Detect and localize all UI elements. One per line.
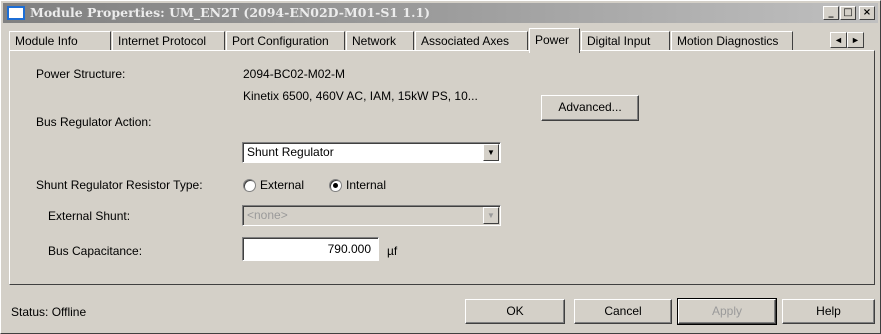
- shunt-external-radio[interactable]: [243, 179, 256, 192]
- tab-internet-protocol[interactable]: Internet Protocol: [112, 31, 225, 51]
- bus-capacitance-label: Bus Capacitance:: [48, 244, 143, 258]
- advanced-button[interactable]: Advanced...: [541, 95, 639, 121]
- tab-digital-input[interactable]: Digital Input: [581, 31, 670, 51]
- external-shunt-value: <none>: [247, 208, 288, 222]
- shunt-type-label: Shunt Regulator Resistor Type:: [36, 178, 203, 192]
- apply-button: Apply: [677, 298, 777, 325]
- bus-regulator-label: Bus Regulator Action:: [36, 115, 152, 129]
- tab-scroll-right-button[interactable]: ►: [847, 32, 864, 48]
- bus-capacitance-input[interactable]: 790.000: [242, 237, 379, 261]
- tab-motion-diagnostics[interactable]: Motion Diagnostics: [671, 31, 793, 51]
- tab-associated-axes[interactable]: Associated Axes: [415, 31, 528, 51]
- radio-selected-dot: [333, 183, 338, 188]
- tab-network[interactable]: Network: [346, 31, 414, 51]
- tab-port-configuration[interactable]: Port Configuration: [226, 31, 345, 51]
- cancel-button[interactable]: Cancel: [574, 299, 672, 324]
- dropdown-arrow-icon[interactable]: ▼: [483, 144, 499, 161]
- tab-scroll-left-button[interactable]: ◄: [830, 32, 847, 48]
- help-button[interactable]: Help: [782, 299, 875, 324]
- external-shunt-label: External Shunt:: [48, 209, 131, 223]
- title-bar[interactable]: Module Properties: UM_EN2T (2094-EN02D-M…: [3, 3, 878, 23]
- maximize-button[interactable]: □: [840, 6, 856, 20]
- tab-module-info[interactable]: Module Info: [9, 31, 111, 51]
- power-structure-value: 2094-BC02-M02-M: [243, 67, 346, 81]
- shunt-external-label[interactable]: External: [260, 178, 304, 192]
- external-shunt-select: <none> ▼: [242, 205, 501, 226]
- shunt-internal-label[interactable]: Internal: [346, 178, 386, 192]
- window-title: Module Properties: UM_EN2T (2094-EN02D-M…: [30, 5, 431, 20]
- bus-regulator-select[interactable]: Shunt Regulator ▼: [242, 142, 501, 163]
- minimize-button[interactable]: _: [823, 6, 839, 20]
- ok-button[interactable]: OK: [465, 299, 565, 324]
- bus-regulator-value: Shunt Regulator: [247, 145, 334, 159]
- status-text: Status: Offline: [11, 305, 87, 319]
- power-panel: Power Structure: 2094-BC02-M02-M Kinetix…: [9, 50, 875, 285]
- power-structure-description: Kinetix 6500, 460V AC, IAM, 15kW PS, 10.…: [243, 89, 478, 103]
- tab-power[interactable]: Power: [529, 28, 580, 53]
- shunt-internal-radio[interactable]: [329, 179, 342, 192]
- bus-capacitance-unit: µf: [387, 244, 398, 258]
- power-structure-label: Power Structure:: [36, 67, 126, 81]
- window-icon: [7, 6, 25, 20]
- module-properties-dialog: Module Properties: UM_EN2T (2094-EN02D-M…: [0, 0, 881, 334]
- dropdown-arrow-icon: ▼: [483, 207, 499, 224]
- close-button[interactable]: ×: [859, 6, 875, 20]
- tab-strip: Module Info Internet Protocol Port Confi…: [9, 28, 864, 53]
